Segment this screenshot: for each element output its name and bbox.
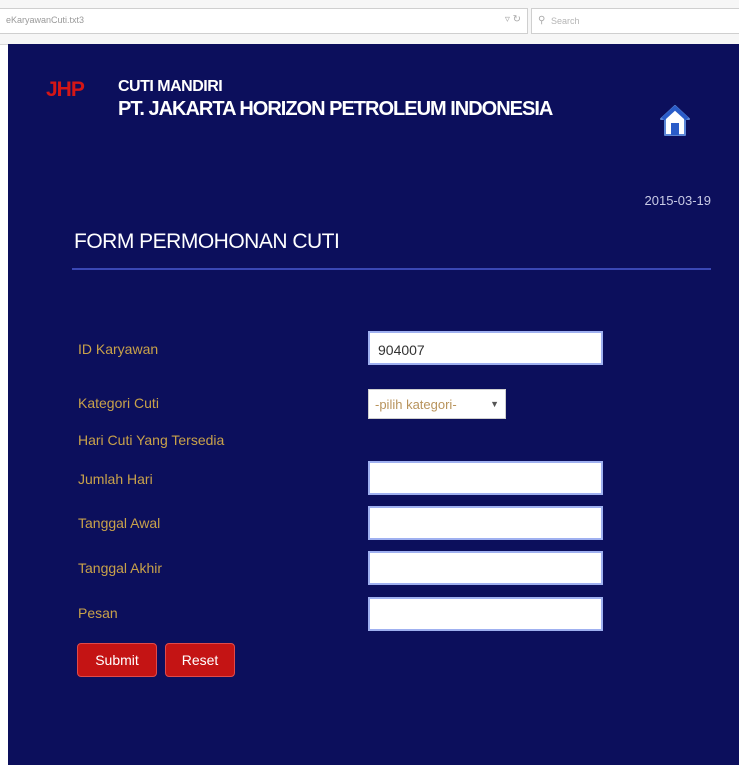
jhp-logo: JHP xyxy=(46,78,85,101)
pesan-field[interactable] xyxy=(368,597,603,631)
hari-cuti-tersedia-label: Hari Cuti Yang Tersedia xyxy=(78,432,225,448)
app-title: CUTI MANDIRI xyxy=(118,78,223,95)
page-content: JHP CUTI MANDIRI PT. JAKARTA HORIZON PET… xyxy=(8,44,739,765)
company-name: PT. JAKARTA HORIZON PETROLEUM INDONESIA xyxy=(118,98,553,120)
tanggal-akhir-field[interactable] xyxy=(368,551,603,585)
kategori-cuti-selected: -pilih kategori- xyxy=(375,397,457,412)
tanggal-awal-field[interactable] xyxy=(368,506,603,540)
reset-button[interactable]: Reset xyxy=(165,643,235,677)
search-placeholder: Search xyxy=(551,16,580,26)
id-karyawan-label: ID Karyawan xyxy=(78,341,159,357)
jumlah-hari-label: Jumlah Hari xyxy=(78,471,153,487)
pesan-label: Pesan xyxy=(78,605,118,621)
chevron-down-icon: ▼ xyxy=(490,399,499,409)
search-box[interactable]: ⚲ Search xyxy=(531,8,739,34)
browser-toolbar: eKaryawanCuti.txt3 ▿ ↻ ⚲ Search xyxy=(0,0,739,45)
id-karyawan-value: 904007 xyxy=(378,342,425,358)
search-icon: ⚲ xyxy=(538,15,546,26)
submit-button[interactable]: Submit xyxy=(77,643,157,677)
current-date: 2015-03-19 xyxy=(644,193,712,208)
tanggal-akhir-label: Tanggal Akhir xyxy=(78,560,163,576)
form-title: FORM PERMOHONAN CUTI xyxy=(74,230,340,253)
reload-icon[interactable]: ▿ ↻ xyxy=(505,14,521,25)
jumlah-hari-field[interactable] xyxy=(368,461,603,495)
address-bar[interactable]: eKaryawanCuti.txt3 ▿ ↻ xyxy=(0,8,528,34)
id-karyawan-field[interactable]: 904007 xyxy=(368,331,603,365)
title-divider xyxy=(72,268,711,270)
tanggal-awal-label: Tanggal Awal xyxy=(78,515,161,531)
kategori-cuti-label: Kategori Cuti xyxy=(78,395,159,411)
address-text: eKaryawanCuti.txt3 xyxy=(6,15,85,25)
home-icon[interactable] xyxy=(659,104,691,138)
kategori-cuti-select[interactable]: -pilih kategori- ▼ xyxy=(368,389,506,419)
